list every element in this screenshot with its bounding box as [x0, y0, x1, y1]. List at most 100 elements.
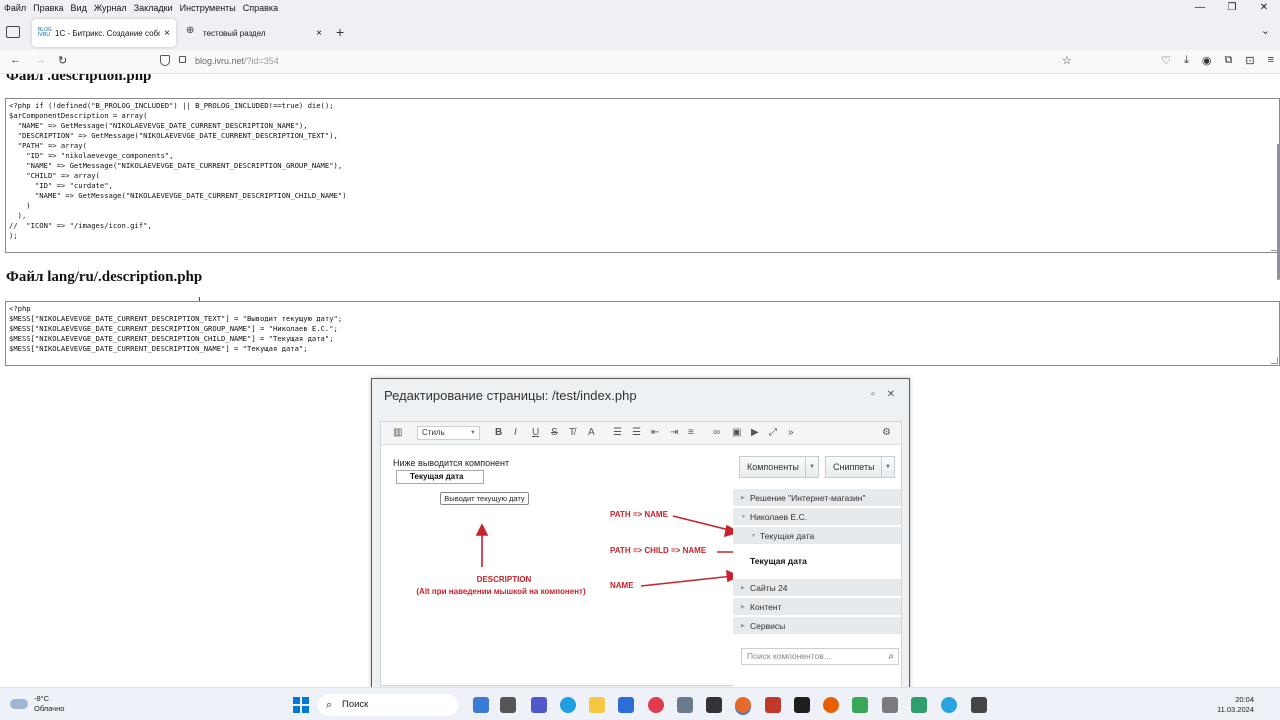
notepad-icon[interactable] — [911, 697, 927, 713]
app-icon[interactable] — [971, 697, 987, 713]
telegram-icon[interactable] — [941, 697, 957, 713]
tree-item-current-date-group: ▼ Текущая дата — [733, 527, 901, 545]
outdent-icon: ⇤ — [651, 427, 660, 438]
taskbar: -8°C Облачно ⌕ Поиск 20:04 11.03.2024 — [0, 687, 1280, 720]
menu-bookmarks[interactable]: Закладки — [134, 3, 173, 13]
windows-logo-icon — [301, 705, 309, 713]
component-search-field: Поиск компонентов... ⌕ — [741, 648, 899, 665]
app-icon[interactable] — [882, 697, 898, 713]
bullet-list-icon: ☰ — [632, 427, 641, 438]
file-explorer-icon[interactable] — [589, 697, 605, 713]
search-icon: ⌕ — [888, 651, 894, 662]
maximize-icon: ▫ — [871, 389, 875, 400]
minimize-button[interactable]: — — [1184, 0, 1216, 16]
url-field[interactable]: blog.ivru.net/?id=354 — [195, 56, 279, 66]
terminal-icon[interactable] — [794, 697, 810, 713]
snippets-button-label: Сниппеты — [833, 462, 875, 472]
globe-icon: ⊕ — [186, 25, 195, 36]
downloads-icon[interactable]: ⤓ — [1184, 54, 1189, 67]
tab-test-section[interactable]: ⊕ тестовый раздел × — [180, 19, 328, 47]
dialog-title: Редактирование страницы: /test/index.php — [384, 388, 637, 403]
strikethrough-icon: S — [551, 427, 558, 438]
tree-item-services: ▶ Сервисы — [733, 617, 901, 635]
weather-text: Облачно — [34, 704, 65, 713]
menu-file[interactable]: Файл — [4, 3, 26, 13]
toolbar-right: ♡ ⤓ ◉ ⧉ ⊡ ≡ — [1161, 54, 1274, 67]
url-host: blog.ivru.net — [195, 56, 245, 66]
screenshot-icon[interactable]: ⊡ — [1245, 54, 1254, 67]
style-select: Стиль ▼ — [417, 426, 480, 440]
app-icon[interactable] — [765, 697, 781, 713]
tracking-shield-icon[interactable] — [160, 55, 170, 66]
tab-bitrix[interactable]: BLOG IVRU 1С - Битрикс. Создание собств … — [32, 19, 176, 47]
chevron-down-icon: ▼ — [470, 430, 476, 436]
close-window-button[interactable]: ✕ — [1248, 0, 1280, 16]
firefox-icon[interactable] — [735, 697, 751, 713]
opera-icon[interactable] — [648, 697, 664, 713]
tree-item-label: Текущая дата — [750, 556, 807, 566]
store-icon[interactable] — [618, 697, 634, 713]
time: 20:04 — [1235, 695, 1254, 704]
style-select-label: Стиль — [422, 428, 445, 437]
bitrix-edit-dialog-image: Редактирование страницы: /test/index.php… — [371, 378, 910, 687]
new-tab-icon[interactable]: + — [336, 24, 344, 40]
code-textarea-lang[interactable]: <?php $MESS["NIKOLAEVEVGE_DATE_CURRENT_D… — [5, 301, 1280, 366]
app-icon[interactable] — [706, 697, 722, 713]
firefox-view-icon[interactable] — [6, 26, 20, 38]
tab-title: 1С - Битрикс. Создание собств — [55, 28, 161, 38]
editor-area: Ниже выводится компонент Текущая дата Вы… — [381, 445, 733, 687]
tree-item-nikolaev: ▼ Николаев Е.С. — [733, 508, 901, 526]
clock[interactable]: 20:04 11.03.2024 — [1217, 695, 1254, 715]
windows-logo-icon — [293, 697, 300, 705]
teams-icon[interactable] — [531, 697, 547, 713]
menu-history[interactable]: Журнал — [94, 3, 127, 13]
menu-icon[interactable]: ≡ — [1268, 54, 1274, 67]
edge-icon[interactable] — [560, 697, 576, 713]
lock-icon[interactable] — [179, 56, 186, 63]
settings-icon[interactable] — [677, 697, 693, 713]
menu-help[interactable]: Справка — [243, 3, 278, 13]
search-icon: ⌕ — [326, 699, 333, 711]
app-icon[interactable] — [852, 697, 868, 713]
clear-format-icon: T̸ — [569, 427, 576, 438]
forward-icon[interactable]: → — [35, 54, 46, 66]
bookmark-star-icon[interactable]: ☆ — [1062, 54, 1072, 67]
triangle-right-icon: ▶ — [741, 604, 745, 610]
components-sidebar: Компоненты ▼ Сниппеты ▼ ▶ Решение "Интернет… — [733, 445, 901, 687]
back-icon[interactable]: ← — [10, 54, 21, 66]
align-icon: ≡ — [688, 427, 694, 438]
pocket-icon[interactable]: ♡ — [1161, 54, 1171, 67]
tree-item-label: Сайты 24 — [750, 583, 788, 593]
url-path: /?id=354 — [244, 56, 279, 66]
menu-tools[interactable]: Инструменты — [180, 3, 236, 13]
bold-icon: B — [495, 427, 503, 438]
dialog-buttons: ▫ ✕ — [871, 389, 895, 400]
triangle-down-icon: ▼ — [741, 514, 746, 520]
close-tab-icon[interactable]: × — [164, 28, 170, 39]
italic-icon: I — [514, 427, 517, 438]
code-textarea-description[interactable]: <?php if (!defined("B_PROLOG_INCLUDED") … — [5, 98, 1280, 253]
weather-widget[interactable]: -8°C Облачно — [10, 694, 64, 714]
cloud-icon — [10, 699, 28, 709]
video-icon: ▶ — [751, 427, 759, 438]
reload-icon[interactable]: ↻ — [58, 54, 67, 67]
chevron-down-icon: ▼ — [805, 457, 818, 477]
close-tab-icon[interactable]: × — [316, 28, 322, 39]
tree-item-label: Текущая дата — [760, 531, 815, 541]
menu-edit[interactable]: Правка — [33, 3, 63, 13]
list-all-tabs-icon[interactable]: ⌄ — [1261, 24, 1270, 37]
taskbar-search[interactable]: ⌕ Поиск — [318, 694, 458, 716]
resize-grip-icon[interactable] — [1271, 357, 1278, 364]
extensions-icon[interactable]: ⧉ — [1225, 54, 1233, 67]
app-icon[interactable] — [473, 697, 489, 713]
account-icon[interactable]: ◉ — [1202, 54, 1212, 67]
tree-item-sites24: ▶ Сайты 24 — [733, 579, 901, 597]
firefox-icon[interactable] — [823, 697, 839, 713]
task-view-icon[interactable] — [500, 697, 516, 713]
menu-view[interactable]: Вид — [71, 3, 87, 13]
image-icon: ▣ — [732, 427, 742, 438]
maximize-button[interactable]: ❐ — [1216, 0, 1248, 16]
start-button[interactable] — [293, 697, 309, 713]
tree-item-internet-shop: ▶ Решение "Интернет-магазин" — [733, 489, 901, 507]
link-icon: ∞ — [713, 427, 721, 438]
